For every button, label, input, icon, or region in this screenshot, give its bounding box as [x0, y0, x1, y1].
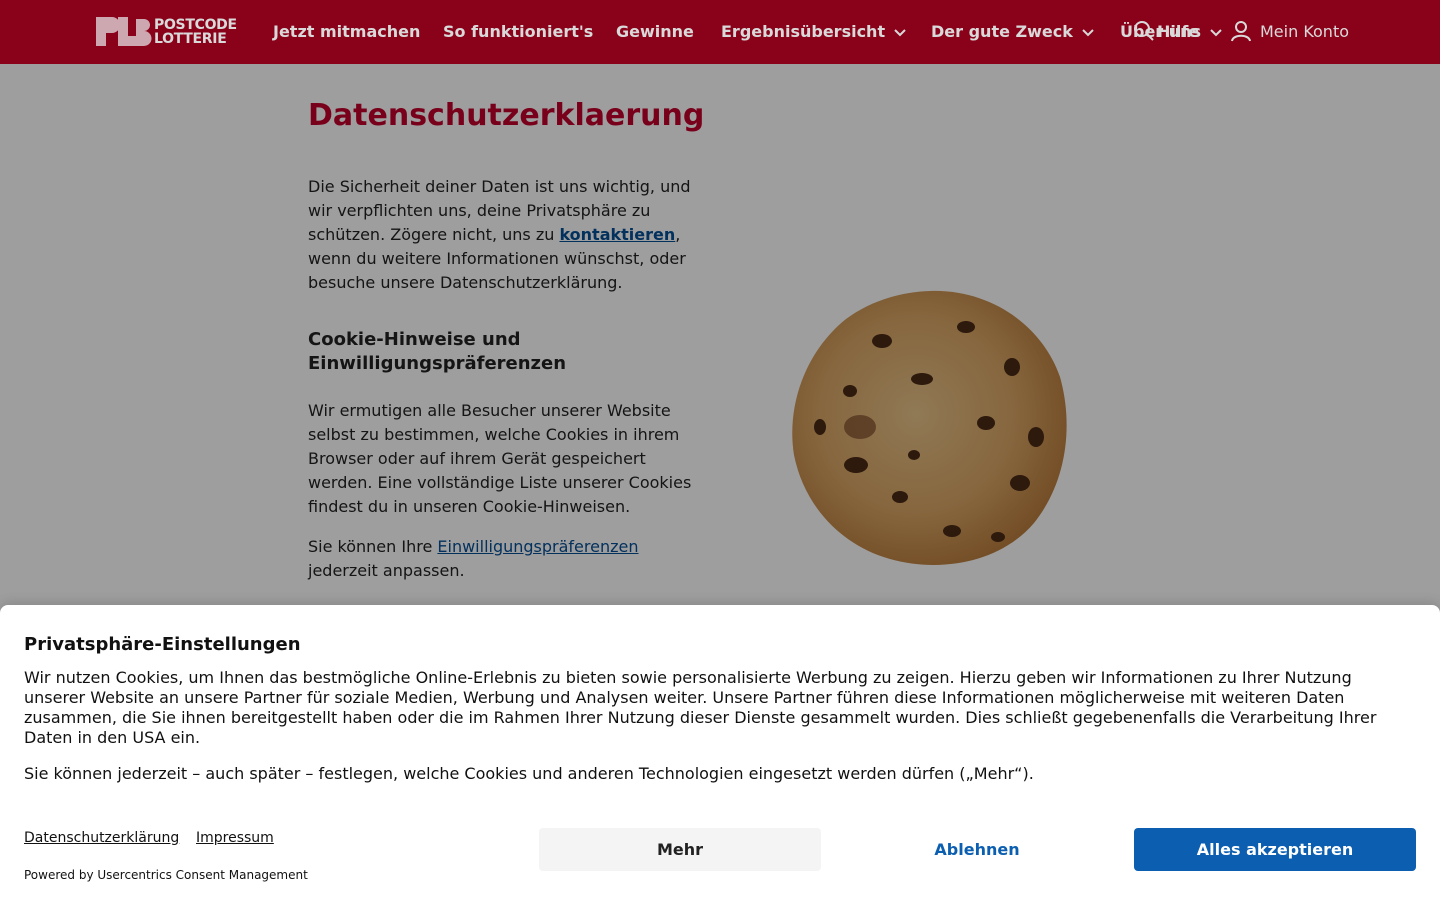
imprint-link[interactable]: Impressum — [196, 830, 274, 846]
accept-all-button[interactable]: Alles akzeptieren — [1134, 828, 1416, 871]
user-icon — [1231, 21, 1251, 42]
nav-so-funktionierts[interactable]: So funktioniert's — [443, 21, 593, 43]
search-icon — [1134, 21, 1154, 41]
chevron-down-icon — [1210, 29, 1222, 37]
account-link[interactable]: Mein Konto — [1230, 20, 1349, 42]
nav-jetzt-mitmachen[interactable]: Jetzt mitmachen — [273, 21, 420, 43]
nav-label: So funktioniert's — [443, 22, 594, 41]
powered-by-usercentrics: Powered by Usercentrics Consent Manageme… — [24, 868, 308, 882]
account-label: Mein Konto — [1260, 21, 1350, 41]
consent-description-more: Sie können jederzeit – auch später – fes… — [24, 764, 1034, 783]
consent-description: Wir nutzen Cookies, um Ihnen das bestmög… — [24, 668, 1377, 747]
nav-gewinne[interactable]: Gewinne — [616, 21, 694, 43]
site-header: POSTCODE LOTTERIE Jetzt mitmachen So fun… — [0, 0, 1440, 64]
privacy-policy-link[interactable]: Datenschutzerklärung — [24, 830, 179, 846]
nav-label: Gewinne — [616, 22, 694, 41]
pl-logo-mark-icon — [96, 17, 152, 46]
hilfe-label: Hilfe — [1157, 21, 1200, 41]
nav-label: Jetzt mitmachen — [273, 22, 421, 41]
postcode-lotterie-logo[interactable]: POSTCODE LOTTERIE — [96, 17, 237, 46]
nav-label: Ergebnisübersicht — [721, 22, 886, 41]
consent-banner: Privatsphäre-Einstellungen Wir nutzen Co… — [0, 605, 1440, 900]
consent-title: Privatsphäre-Einstellungen — [24, 634, 301, 655]
chevron-down-icon — [894, 29, 906, 37]
more-button[interactable]: Mehr — [539, 828, 821, 871]
chevron-down-icon — [1082, 29, 1094, 37]
nav-ergebnisuebersicht[interactable]: Ergebnisübersicht — [721, 21, 907, 43]
nav-der-gute-zweck[interactable]: Der gute Zweck — [931, 21, 1095, 43]
logo-line1: POSTCODE — [154, 16, 237, 33]
logo-wordmark: POSTCODE LOTTERIE — [154, 18, 237, 46]
nav-label: Der gute Zweck — [931, 22, 1073, 41]
decline-button[interactable]: Ablehnen — [836, 828, 1118, 871]
logo-line2: LOTTERIE — [154, 30, 227, 47]
search-hilfe[interactable]: Hilfe — [1133, 20, 1199, 42]
